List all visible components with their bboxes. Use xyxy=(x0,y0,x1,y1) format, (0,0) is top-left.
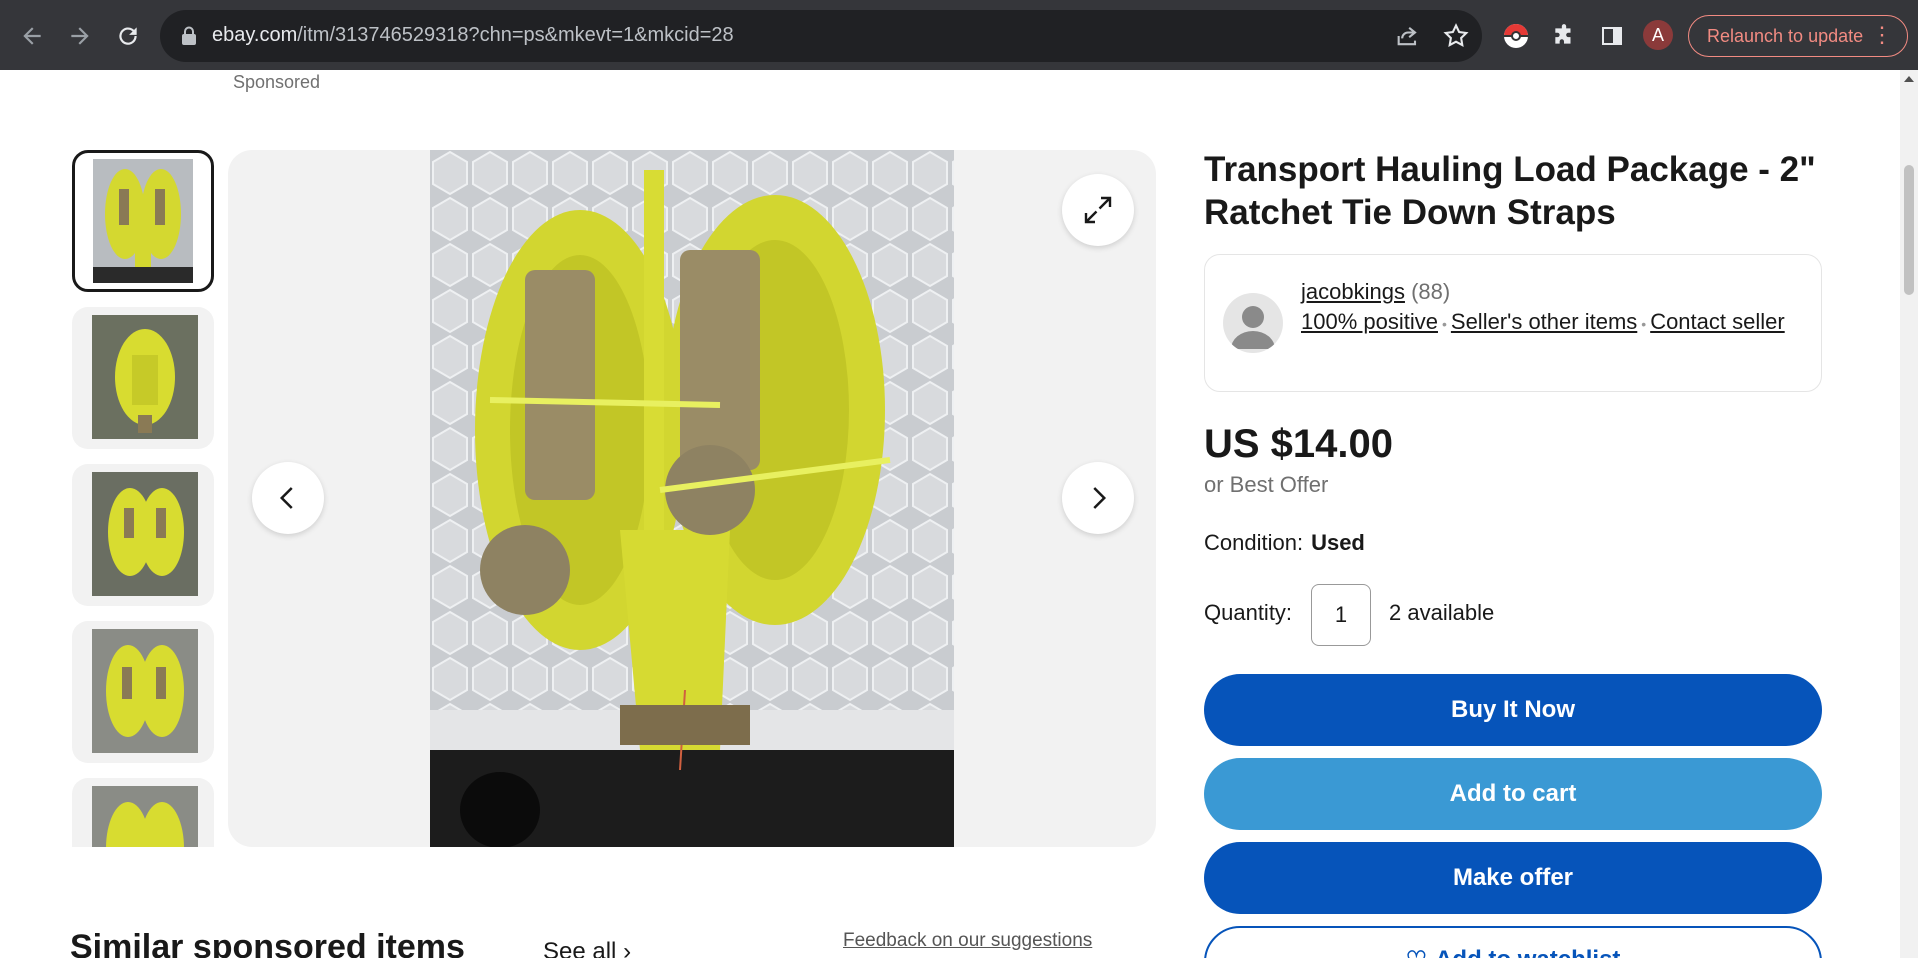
scroll-up-arrow-icon[interactable] xyxy=(1904,76,1914,82)
separator-dot: • xyxy=(1441,316,1447,332)
see-all-link[interactable]: See all › xyxy=(543,938,631,958)
product-photo[interactable] xyxy=(430,150,954,847)
puzzle-icon[interactable] xyxy=(1548,20,1580,52)
expand-icon xyxy=(1084,196,1112,224)
chevron-left-icon xyxy=(279,487,293,509)
pokeball-extension-icon[interactable] xyxy=(1500,20,1532,52)
back-button[interactable] xyxy=(14,18,50,54)
item-price: US $14.00 xyxy=(1204,422,1394,466)
seller-other-items-link[interactable]: Seller's other items xyxy=(1451,309,1637,334)
thumbnail-image xyxy=(92,629,198,753)
watchlist-label: Add to watchlist xyxy=(1435,946,1620,958)
url-text: ebay.com/itm/313746529318?chn=ps&mkevt=1… xyxy=(212,24,734,47)
seller-card: jacobkings (88) 100% positive • Seller's o… xyxy=(1204,254,1822,392)
address-bar[interactable]: ebay.com/itm/313746529318?chn=ps&mkevt=1… xyxy=(160,10,1482,62)
quantity-label: Quantity: xyxy=(1204,600,1293,625)
url-host: ebay.com xyxy=(212,24,298,46)
chevron-right-icon xyxy=(1093,487,1107,509)
side-panel-icon[interactable] xyxy=(1596,20,1628,52)
best-offer-note: or Best Offer xyxy=(1204,472,1329,497)
quantity-input[interactable]: 1 xyxy=(1311,584,1371,646)
condition-value: Used xyxy=(1311,530,1365,555)
make-offer-button[interactable]: Make offer xyxy=(1204,842,1822,914)
page-content: Sponsored Similar sponsored items See al… xyxy=(0,70,1900,958)
seller-info: jacobkings (88) 100% positive • Seller's o… xyxy=(1301,277,1801,339)
condition-label: Condition: xyxy=(1204,530,1304,555)
seller-name-link[interactable]: jacobkings xyxy=(1301,279,1405,304)
previous-image-button[interactable] xyxy=(252,462,324,534)
similar-items-heading: Similar sponsored items xyxy=(70,928,465,958)
reload-icon xyxy=(119,27,137,45)
scrollbar-thumb[interactable] xyxy=(1904,165,1914,295)
expand-button[interactable] xyxy=(1062,174,1134,246)
chevron-right-icon: › xyxy=(623,938,632,958)
star-icon[interactable] xyxy=(1442,22,1470,50)
sponsored-label: Sponsored xyxy=(233,72,321,92)
thumbnail-5[interactable] xyxy=(72,778,214,847)
thumbnail-strip xyxy=(70,150,216,847)
seller-avatar[interactable] xyxy=(1223,293,1283,353)
share-icon[interactable] xyxy=(1394,22,1422,50)
lock-icon xyxy=(182,26,196,45)
thumbnail-image xyxy=(93,159,193,283)
relaunch-label: Relaunch to update xyxy=(1707,25,1864,46)
main-image-viewer xyxy=(228,150,1156,847)
heart-icon: ♡ xyxy=(1406,946,1428,958)
next-image-button[interactable] xyxy=(1062,462,1134,534)
item-title: Transport Hauling Load Package - 2" Ratc… xyxy=(1204,150,1816,232)
back-icon xyxy=(23,27,41,45)
forward-icon xyxy=(71,27,89,45)
available-count: 2 available xyxy=(1389,600,1495,625)
seller-positive-link[interactable]: 100% positive xyxy=(1301,309,1438,334)
user-icon xyxy=(1231,306,1275,349)
feedback-suggestions-link[interactable]: Feedback on our suggestions xyxy=(843,930,1092,952)
page-scrollbar[interactable] xyxy=(1900,70,1918,958)
add-to-cart-button[interactable]: Add to cart xyxy=(1204,758,1822,830)
seller-feedback-count: (88) xyxy=(1411,279,1451,304)
reload-button[interactable] xyxy=(110,18,146,54)
thumbnail-3[interactable] xyxy=(72,464,214,606)
browser-toolbar: ebay.com/itm/313746529318?chn=ps&mkevt=1… xyxy=(0,0,1918,70)
url-path: /itm/313746529318?chn=ps&mkevt=1&mkcid=2… xyxy=(297,24,734,46)
separator-dot: • xyxy=(1641,316,1647,332)
profile-avatar[interactable]: A xyxy=(1643,20,1673,50)
thumbnail-1[interactable] xyxy=(72,150,214,292)
see-all-label: See all xyxy=(543,938,617,958)
thumbnail-image xyxy=(92,315,198,439)
add-to-watchlist-button[interactable]: ♡ Add to watchlist xyxy=(1204,926,1822,958)
buy-it-now-button[interactable]: Buy It Now xyxy=(1204,674,1822,746)
contact-seller-link[interactable]: Contact seller xyxy=(1650,309,1785,334)
condition-row: Condition: Used xyxy=(1204,530,1365,556)
kebab-menu-icon[interactable]: ⋮ xyxy=(1871,24,1893,46)
thumbnail-image xyxy=(92,472,198,596)
thumbnail-4[interactable] xyxy=(72,621,214,763)
forward-button[interactable] xyxy=(62,18,98,54)
thumbnail-image xyxy=(92,786,198,847)
thumbnail-2[interactable] xyxy=(72,307,214,449)
relaunch-button[interactable]: Relaunch to update ⋮ xyxy=(1688,15,1908,57)
